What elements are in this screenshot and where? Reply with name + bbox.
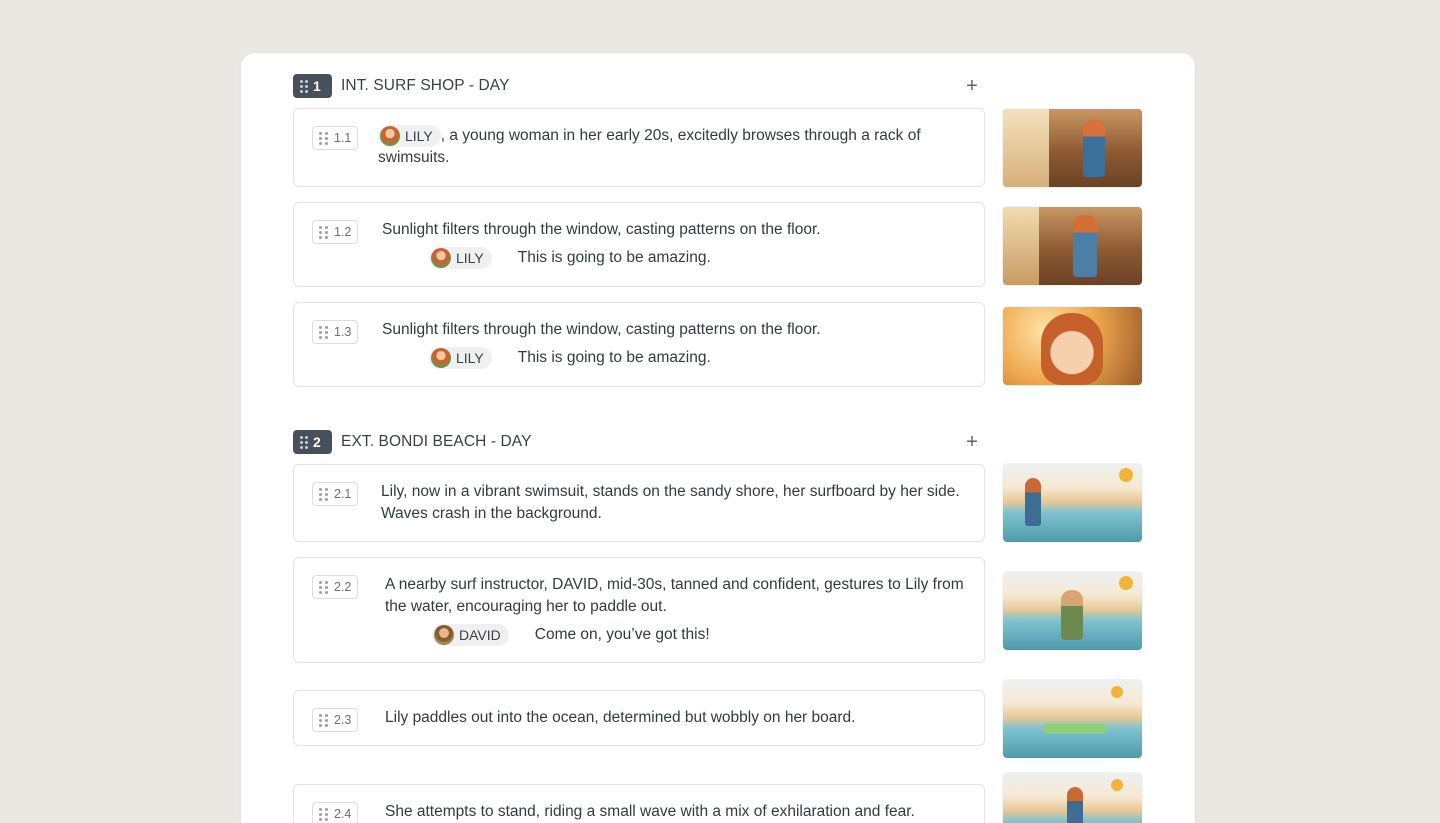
shot-thumbnail[interactable] <box>1003 207 1142 285</box>
scene-number-badge[interactable]: 2 <box>293 430 332 454</box>
shot-thumbnail[interactable] <box>1003 307 1142 385</box>
dialogue-text: This is going to be amazing. <box>517 249 711 266</box>
drag-handle-icon[interactable] <box>319 713 328 727</box>
shot-row[interactable]: 2.4 She attempts to stand, riding a smal… <box>293 784 985 823</box>
shot-description[interactable]: Sunlight filters through the window, cas… <box>382 319 964 369</box>
window-shape <box>1003 109 1049 187</box>
scene-header[interactable]: 1 INT. SURF SHOP - DAY <box>293 74 510 98</box>
shot-thumbnail[interactable] <box>1003 109 1142 187</box>
dialogue-line[interactable]: LILY This is going to be amazing. <box>382 247 964 269</box>
action-text: , a young woman in her early 20s, excite… <box>378 127 921 167</box>
action-text: She attempts to stand, riding a small wa… <box>385 803 915 820</box>
shot-description[interactable]: LILY , a young woman in her early 20s, e… <box>378 125 964 169</box>
figure-shape <box>1073 215 1097 277</box>
sun-shape <box>1111 779 1123 791</box>
drag-handle-icon[interactable] <box>319 487 328 501</box>
sun-shape <box>1119 468 1133 482</box>
shot-number: 1.3 <box>334 325 352 339</box>
shot-number: 2.2 <box>334 580 352 594</box>
shot-number: 2.1 <box>334 487 352 501</box>
shot-row[interactable]: 2.3 Lily paddles out into the ocean, det… <box>293 690 985 746</box>
add-shot-button[interactable]: + <box>963 76 981 96</box>
character-name: DAVID <box>459 627 501 643</box>
avatar <box>380 126 400 146</box>
shot-row[interactable]: 1.2 Sunlight filters through the window,… <box>293 202 985 287</box>
sun-shape <box>1119 576 1133 590</box>
character-name: LILY <box>456 350 484 366</box>
figure-shape <box>1067 787 1083 823</box>
character-name: LILY <box>405 128 433 144</box>
shot-description[interactable]: Lily paddles out into the ocean, determi… <box>385 707 964 729</box>
surfboard-shape <box>1043 724 1107 734</box>
shot-number-badge[interactable]: 2.3 <box>312 708 359 732</box>
shot-number-badge[interactable]: 1.1 <box>312 126 359 150</box>
character-tag[interactable]: LILY <box>429 347 492 369</box>
shot-number-badge[interactable]: 2.2 <box>312 575 359 599</box>
sun-shape <box>1111 686 1123 698</box>
shot-thumbnail[interactable] <box>1003 773 1142 823</box>
add-shot-button[interactable]: + <box>963 432 981 452</box>
shot-thumbnail[interactable] <box>1003 572 1142 650</box>
character-tag[interactable]: LILY <box>429 247 492 269</box>
action-text: Sunlight filters through the window, cas… <box>382 321 821 338</box>
shot-number: 2.3 <box>334 713 352 727</box>
shot-number: 2.4 <box>334 807 352 821</box>
character-tag[interactable]: DAVID <box>432 624 509 646</box>
shot-row[interactable]: 2.1 Lily, now in a vibrant swimsuit, sta… <box>293 464 985 542</box>
drag-handle-icon[interactable] <box>319 131 328 145</box>
shot-number: 1.2 <box>334 225 352 239</box>
scene-title[interactable]: EXT. BONDI BEACH - DAY <box>341 433 532 451</box>
shot-description[interactable]: A nearby surf instructor, DAVID, mid-30s… <box>385 574 964 646</box>
dialogue-line[interactable]: DAVID Come on, you’ve got this! <box>385 624 964 646</box>
action-text: Lily, now in a vibrant swimsuit, stands … <box>381 483 960 522</box>
shot-thumbnail[interactable] <box>1003 680 1142 758</box>
scene-number: 1 <box>313 78 321 94</box>
figure-shape <box>1025 478 1041 526</box>
drag-handle-icon[interactable] <box>319 580 328 594</box>
drag-handle-icon[interactable] <box>319 325 328 339</box>
drag-handle-icon[interactable] <box>319 807 328 821</box>
figure-shape <box>1083 119 1105 177</box>
drag-handle-icon[interactable] <box>300 435 308 449</box>
shot-description[interactable]: She attempts to stand, riding a small wa… <box>385 801 964 823</box>
dialogue-text: This is going to be amazing. <box>517 349 711 366</box>
scene-title[interactable]: INT. SURF SHOP - DAY <box>341 77 510 95</box>
script-panel: 1 INT. SURF SHOP - DAY + 1.1 LILY , a yo… <box>241 53 1195 823</box>
character-tag[interactable]: LILY <box>378 125 441 147</box>
action-text: A nearby surf instructor, DAVID, mid-30s… <box>385 576 964 615</box>
shot-row[interactable]: 1.1 LILY , a young woman in her early 20… <box>293 108 985 187</box>
action-text: Lily paddles out into the ocean, determi… <box>385 709 856 726</box>
drag-handle-icon[interactable] <box>300 79 308 93</box>
face-shape <box>1041 313 1103 385</box>
figure-shape <box>1061 590 1083 640</box>
avatar <box>434 625 454 645</box>
window-shape <box>1003 207 1039 285</box>
shot-number: 1.1 <box>334 131 352 145</box>
scene-number-badge[interactable]: 1 <box>293 74 332 98</box>
shot-number-badge[interactable]: 1.2 <box>312 220 359 244</box>
action-text: Sunlight filters through the window, cas… <box>382 221 821 238</box>
shot-number-badge[interactable]: 1.3 <box>312 320 359 344</box>
dialogue-line[interactable]: LILY This is going to be amazing. <box>382 347 964 369</box>
character-name: LILY <box>456 250 484 266</box>
avatar <box>431 248 451 268</box>
shot-thumbnail[interactable] <box>1003 464 1142 542</box>
avatar <box>431 348 451 368</box>
dialogue-text: Come on, you’ve got this! <box>534 626 710 643</box>
shot-number-badge[interactable]: 2.4 <box>312 802 359 823</box>
scene-header[interactable]: 2 EXT. BONDI BEACH - DAY <box>293 430 532 454</box>
scene-number: 2 <box>313 434 321 450</box>
shot-description[interactable]: Lily, now in a vibrant swimsuit, stands … <box>381 481 964 525</box>
shot-row[interactable]: 2.2 A nearby surf instructor, DAVID, mid… <box>293 557 985 663</box>
shot-row[interactable]: 1.3 Sunlight filters through the window,… <box>293 302 985 387</box>
drag-handle-icon[interactable] <box>319 225 328 239</box>
shot-description[interactable]: Sunlight filters through the window, cas… <box>382 219 964 269</box>
shot-number-badge[interactable]: 2.1 <box>312 482 359 506</box>
